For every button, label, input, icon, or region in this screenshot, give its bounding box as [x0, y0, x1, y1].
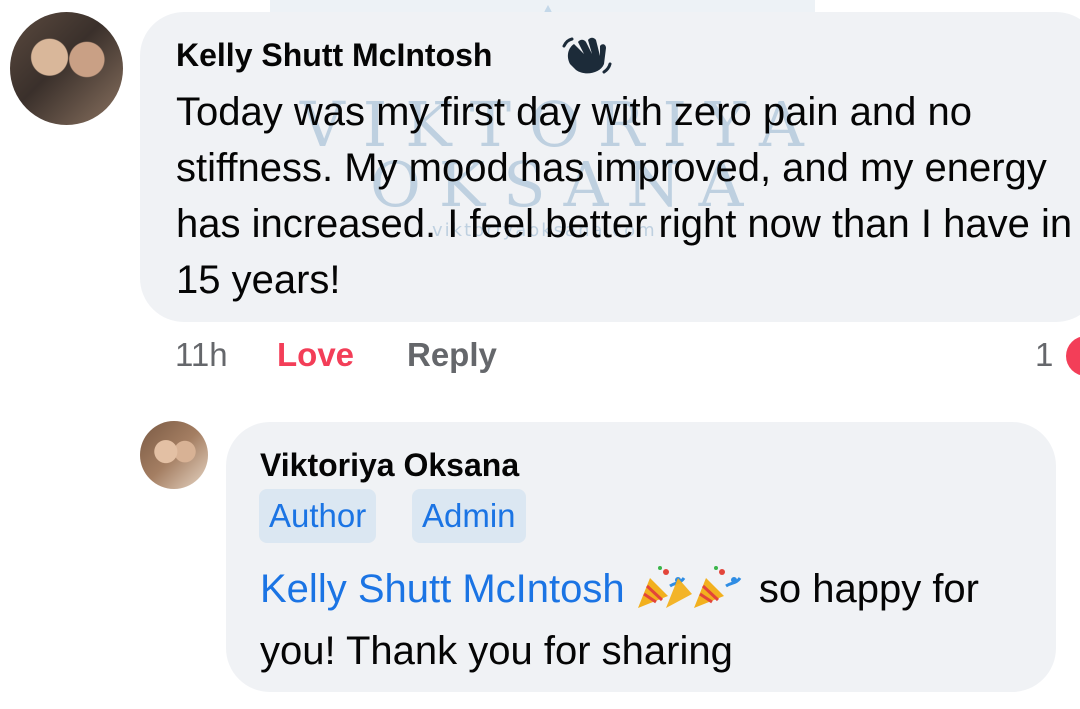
reply-button[interactable]: Reply	[407, 336, 497, 374]
comment-text: Today was my first day with zero pain an…	[176, 90, 1073, 302]
heart-reaction-icon[interactable]	[1066, 336, 1080, 376]
mention-link[interactable]: Kelly Shutt McIntosh	[260, 567, 625, 611]
admin-badge: Admin	[412, 489, 526, 543]
author-badge: Author	[259, 489, 377, 543]
comment-author-name[interactable]: Kelly Shutt McIntosh	[176, 37, 492, 74]
reply-author-avatar[interactable]	[140, 421, 208, 489]
reply-author-name[interactable]: Viktoriya Oksana	[260, 447, 519, 484]
comment-timestamp[interactable]: 11h	[175, 336, 228, 374]
wave-hand-icon	[562, 37, 612, 74]
party-popper-icon	[693, 566, 741, 608]
love-reaction-button[interactable]: Love	[277, 336, 354, 374]
party-popper-icon	[637, 566, 692, 608]
reaction-count[interactable]: 1	[1035, 336, 1053, 374]
reply-text: Kelly Shutt McIntosh so happy for you! T…	[260, 558, 1040, 682]
commenter-avatar[interactable]	[10, 12, 123, 125]
